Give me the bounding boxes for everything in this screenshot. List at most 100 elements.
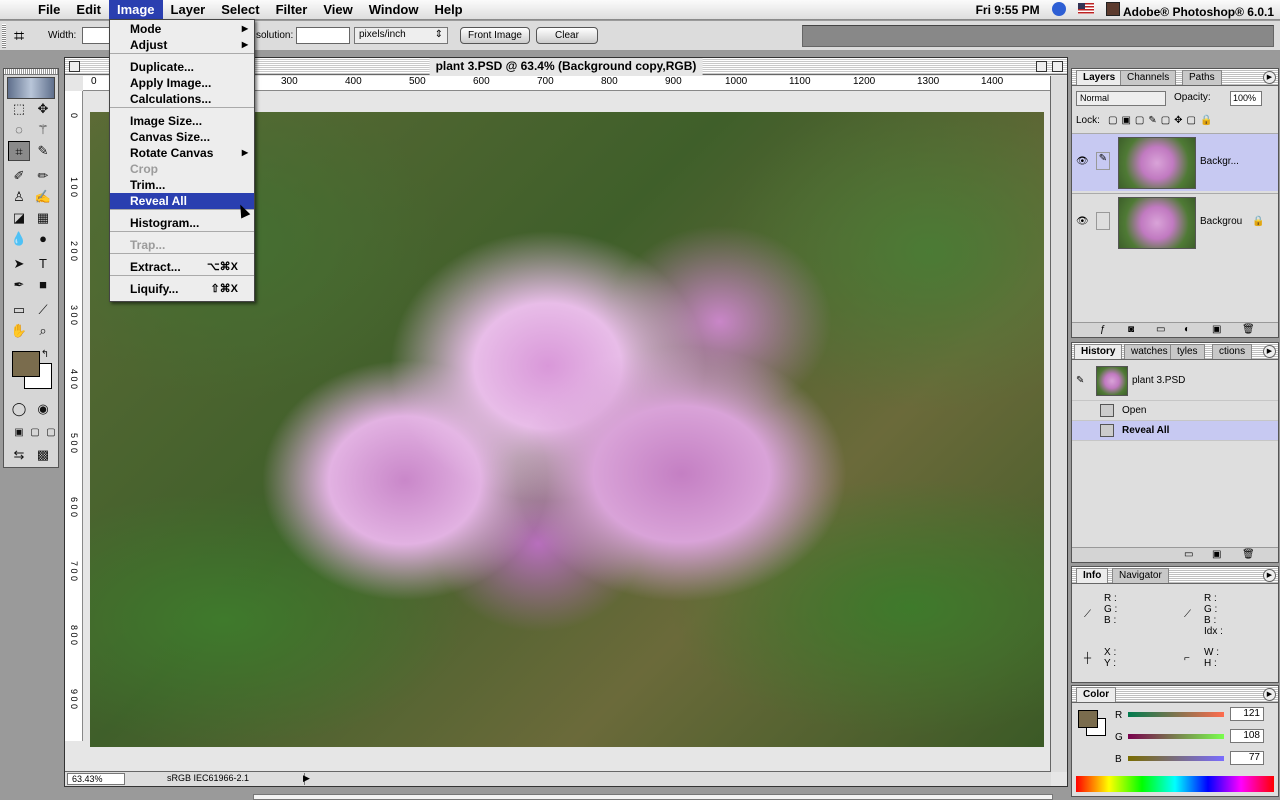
color-spectrum-bar[interactable] [1076, 776, 1274, 792]
imageready-icon[interactable]: ▩ [32, 445, 54, 465]
tab-history[interactable]: History [1074, 344, 1123, 359]
eye-icon[interactable]: 👁 [1076, 216, 1089, 227]
marquee-tool-icon[interactable]: ⬚ [8, 99, 30, 119]
menu-item-trim[interactable]: Trim... [110, 177, 254, 193]
menu-item-duplicate[interactable]: Duplicate... [110, 59, 254, 75]
status-arrow-icon[interactable]: ▶ [303, 773, 310, 784]
close-box-icon[interactable] [69, 61, 80, 72]
gradient-tool-icon[interactable]: ▦ [32, 208, 54, 228]
menu-item-mode[interactable]: Mode [110, 21, 254, 37]
tab-actions[interactable]: ctions [1212, 344, 1253, 359]
opacity-field[interactable]: 100% [1230, 91, 1262, 106]
jump-to-imageready-icon[interactable]: ⇆ [8, 445, 30, 465]
menu-item-histogram[interactable]: Histogram... [110, 215, 254, 231]
zoom-tool-icon[interactable]: ⌕ [32, 321, 54, 341]
menu-edit[interactable]: Edit [68, 0, 109, 20]
menu-item-image-size[interactable]: Image Size... [110, 113, 254, 129]
tab-navigator[interactable]: Navigator [1112, 568, 1169, 583]
zoom-field[interactable]: 63.43% [67, 773, 125, 785]
selection-size-icon[interactable]: ⌐ [1184, 653, 1190, 664]
blur-tool-icon[interactable]: 💧 [8, 229, 30, 249]
crop-tool-icon[interactable]: ⌗ [8, 141, 30, 161]
panel-menu-icon[interactable]: ▶ [1263, 688, 1276, 701]
b-slider[interactable] [1128, 756, 1224, 761]
history-step[interactable]: Open [1072, 401, 1278, 421]
foreground-color-swatch[interactable] [12, 351, 40, 377]
r-value[interactable]: 121 [1230, 707, 1264, 721]
trash-icon[interactable]: 🗑 [1242, 324, 1255, 335]
lasso-tool-icon[interactable]: ◌ [8, 120, 30, 140]
menu-item-apply-image[interactable]: Apply Image... [110, 75, 254, 91]
adjustment-layer-icon[interactable]: ◐ [1184, 324, 1190, 335]
menu-layer[interactable]: Layer [163, 0, 214, 20]
new-document-icon[interactable]: ▭ [1184, 549, 1193, 560]
app-switcher[interactable]: Adobe® Photoshop® 6.0.1 [1100, 1, 1280, 19]
history-brush-tool-icon[interactable]: ✍ [32, 187, 54, 207]
menu-item-extract[interactable]: Extract... ⌥⌘X [110, 259, 254, 275]
eye-icon[interactable]: 👁 [1076, 156, 1089, 167]
menu-filter[interactable]: Filter [268, 0, 316, 20]
options-grip[interactable] [2, 24, 6, 48]
tab-styles[interactable]: tyles [1170, 344, 1205, 359]
menu-item-rotate-canvas[interactable]: Rotate Canvas [110, 145, 254, 161]
vertical-ruler[interactable]: 0 1 0 0 2 0 0 3 0 0 4 0 0 5 0 0 6 0 0 7 … [65, 91, 83, 741]
history-brush-icon[interactable]: ✎ [1076, 375, 1084, 386]
move-tool-icon[interactable]: ✥ [32, 99, 54, 119]
layer-row[interactable]: 👁 ✎ Backgr... [1072, 133, 1278, 191]
document-profile[interactable]: sRGB IEC61966-2.1 [127, 773, 305, 785]
eyedropper-icon[interactable]: ⟋ [1084, 609, 1091, 620]
palette-well[interactable] [802, 25, 1274, 47]
menu-item-canvas-size[interactable]: Canvas Size... [110, 129, 254, 145]
clone-stamp-tool-icon[interactable]: ♙ [8, 187, 30, 207]
tab-layers[interactable]: Layers [1076, 70, 1123, 85]
path-selection-tool-icon[interactable]: ➤ [8, 254, 30, 274]
menu-image[interactable]: Image [108, 0, 163, 20]
shape-tool-icon[interactable]: ■ [32, 275, 54, 295]
g-slider[interactable] [1128, 734, 1224, 739]
windowshade-box-icon[interactable] [1052, 61, 1063, 72]
tab-color[interactable]: Color [1076, 687, 1117, 702]
menu-item-liquify[interactable]: Liquify... ⇧⌘X [110, 281, 254, 297]
notes-tool-icon[interactable]: ▭ [8, 300, 30, 320]
menu-help[interactable]: Help [426, 0, 470, 20]
history-step[interactable]: Reveal All [1072, 421, 1278, 441]
new-set-icon[interactable]: ▭ [1156, 324, 1165, 335]
panel-menu-icon[interactable]: ▶ [1263, 71, 1276, 84]
brush-tool-icon[interactable]: ✏ [32, 166, 54, 186]
eyedropper-tool-icon[interactable]: ⟋ [32, 300, 54, 320]
vertical-scrollbar[interactable] [1050, 76, 1067, 772]
dodge-tool-icon[interactable]: ● [32, 229, 54, 249]
slice-tool-icon[interactable]: ✎ [32, 141, 54, 161]
hand-tool-icon[interactable]: ✋ [8, 321, 30, 341]
menu-item-reveal-all[interactable]: Reveal All [110, 193, 254, 209]
menubar-clock[interactable]: Fri 9:55 PM [970, 3, 1046, 17]
blend-mode-select[interactable]: Normal [1076, 91, 1166, 106]
tab-info[interactable]: Info [1076, 568, 1109, 583]
foreground-color-swatch[interactable] [1078, 710, 1098, 728]
layer-style-icon[interactable]: ƒ [1100, 324, 1106, 335]
menu-select[interactable]: Select [213, 0, 267, 20]
screen-mode-full-icon[interactable]: ▢ [40, 423, 62, 443]
g-value[interactable]: 108 [1230, 729, 1264, 743]
quick-mask-mode-icon[interactable]: ◉ [32, 399, 54, 419]
type-tool-icon[interactable]: T [32, 254, 54, 274]
width-field[interactable] [82, 27, 112, 44]
r-slider[interactable] [1128, 712, 1224, 717]
tab-channels[interactable]: Channels [1120, 70, 1177, 85]
new-layer-icon[interactable]: ▣ [1212, 324, 1221, 335]
menu-view[interactable]: View [315, 0, 360, 20]
tab-paths[interactable]: Paths [1182, 70, 1222, 85]
standard-mode-icon[interactable]: ◯ [8, 399, 30, 419]
history-snapshot[interactable]: ✎ plant 3.PSD [1072, 363, 1278, 401]
menu-item-calculations[interactable]: Calculations... [110, 91, 254, 107]
menu-item-adjust[interactable]: Adjust [110, 37, 254, 53]
units-select[interactable]: pixels/inch ⇕ [354, 27, 448, 44]
toolbox-titlebar[interactable] [4, 69, 58, 75]
adobe-logo[interactable] [7, 77, 55, 99]
front-image-button[interactable]: Front Image [460, 27, 530, 44]
lock-icons[interactable]: ▢▣▢✎▢✥▢🔒 [1108, 115, 1216, 126]
menu-file[interactable]: File [30, 0, 68, 20]
pen-tool-icon[interactable]: ✒ [8, 275, 30, 295]
brush-icon[interactable]: ✎ [1096, 152, 1110, 170]
add-mask-icon[interactable]: ◙ [1128, 324, 1134, 335]
